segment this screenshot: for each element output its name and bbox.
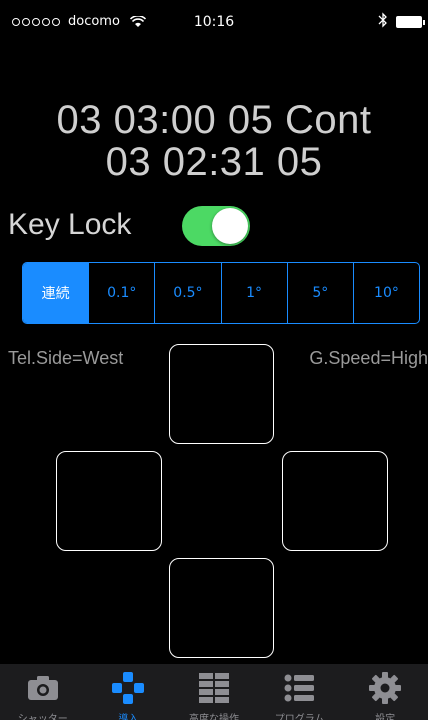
- move-left-button[interactable]: [56, 451, 162, 551]
- move-right-button[interactable]: [282, 451, 388, 551]
- segment-5-deg[interactable]: 5°: [288, 263, 354, 323]
- camera-icon: [23, 670, 63, 706]
- status-time: 10:16: [193, 14, 235, 30]
- remaining-readout: 03 02:31 05: [105, 140, 323, 184]
- segment-0-1-deg[interactable]: 0.1°: [89, 263, 156, 323]
- bluetooth-icon: [378, 12, 387, 28]
- guide-speed-label: G.Speed=High: [309, 348, 428, 368]
- tab-label: 高度な操作: [188, 714, 239, 720]
- segment-1-deg[interactable]: 1°: [222, 263, 288, 323]
- segment-continuous[interactable]: 連続: [23, 263, 90, 323]
- toggle-knob: [212, 208, 248, 244]
- status-bar: docomo 10:16: [0, 0, 428, 40]
- tab-advanced[interactable]: 高度な操作: [171, 664, 257, 720]
- key-lock-toggle[interactable]: [182, 206, 250, 246]
- dpad-icon: [108, 670, 148, 706]
- tab-slew[interactable]: 導入: [86, 664, 172, 720]
- tab-shutter[interactable]: シャッター: [0, 664, 86, 720]
- key-lock-label: Key Lock: [8, 208, 132, 241]
- segment-10-deg[interactable]: 10°: [354, 263, 419, 323]
- tab-label: 設定: [375, 714, 396, 720]
- tab-label: プログラム: [274, 714, 325, 720]
- count-readout: 03 03:00 05 Cont: [56, 98, 372, 142]
- segment-0-5-deg[interactable]: 0.5°: [155, 263, 222, 323]
- list-icon: [280, 670, 320, 706]
- move-down-button[interactable]: [169, 558, 274, 658]
- battery-icon: [396, 16, 425, 28]
- tab-program[interactable]: プログラム: [257, 664, 343, 720]
- grid-icon: [194, 670, 234, 706]
- tab-label: シャッター: [17, 714, 68, 720]
- step-size-segmented-control: 連続 0.1° 0.5° 1° 5° 10°: [22, 262, 420, 324]
- tab-settings[interactable]: 設定: [342, 664, 428, 720]
- tab-bar: シャッター 導入 高度な操作 プログラム 設定: [0, 664, 428, 720]
- gear-icon: [365, 670, 405, 706]
- move-up-button[interactable]: [169, 344, 274, 444]
- telescope-side-label: Tel.Side=West: [8, 348, 124, 368]
- tab-label: 導入: [118, 714, 139, 720]
